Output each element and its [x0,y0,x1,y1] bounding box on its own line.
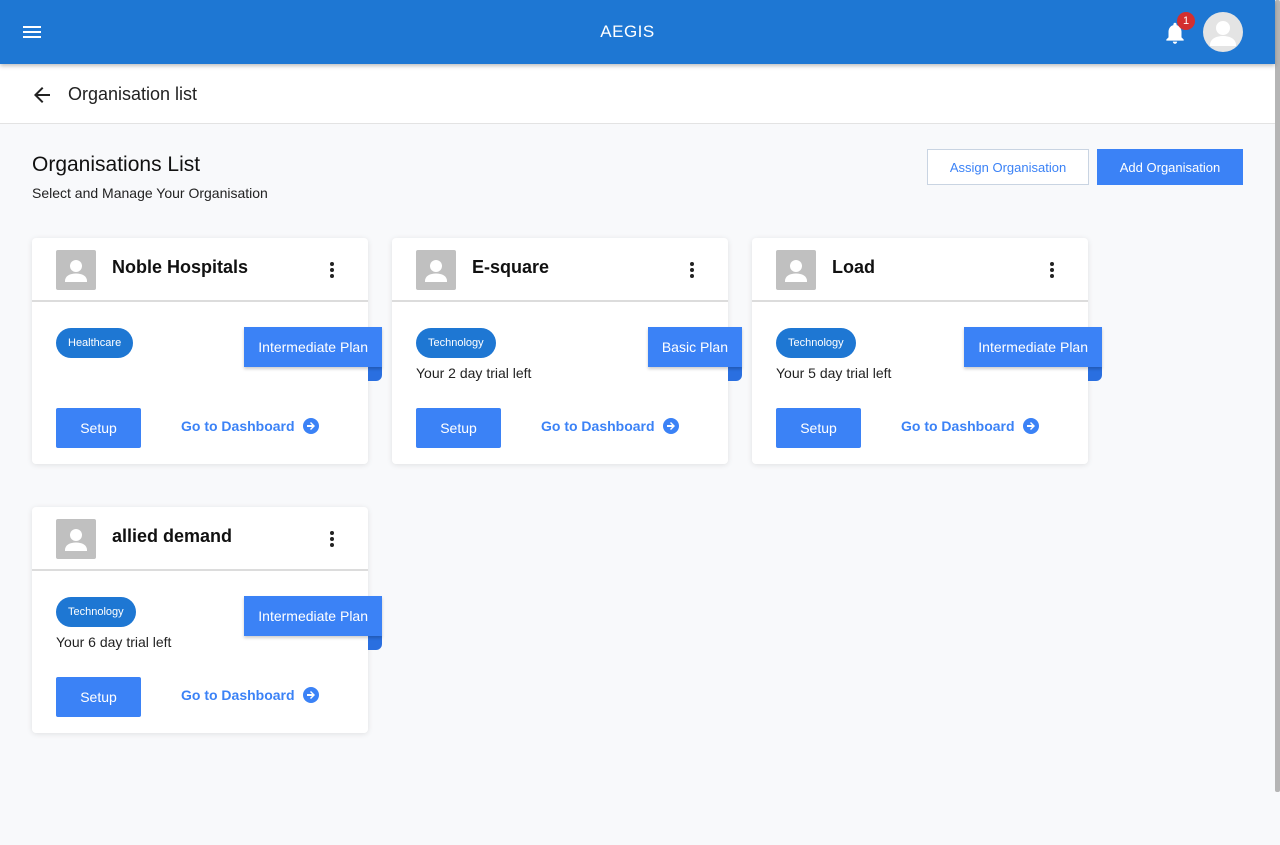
org-avatar-icon [56,519,96,559]
notification-badge: 1 [1177,12,1195,30]
org-name: Noble Hospitals [112,257,249,277]
more-vert-icon[interactable] [322,529,342,551]
more-vert-icon[interactable] [1042,260,1062,282]
add-organisation-button[interactable]: Add Organisation [1097,149,1243,185]
arrow-circle-right-icon [1022,418,1039,434]
go-to-dashboard-link[interactable]: Go to Dashboard [181,687,319,703]
plan-label: Intermediate Plan [244,596,382,636]
setup-button[interactable]: Setup [56,677,141,717]
top-app-bar: AEGIS 1 [0,0,1275,64]
plan-ribbon: Basic Plan [647,327,742,381]
trial-text: Your 5 day trial left [776,365,892,381]
plan-label: Intermediate Plan [964,327,1102,367]
card-header: E-square [392,238,728,302]
card-header: Noble Hospitals [32,238,368,302]
org-name: Load [832,257,875,277]
organisation-card: E-square Technology Your 2 day trial lef… [392,238,742,464]
go-to-dashboard-label: Go to Dashboard [181,418,295,434]
industry-chip: Technology [56,597,136,627]
industry-chip: Healthcare [56,328,134,358]
page-title: Organisations List [32,153,201,176]
go-to-dashboard-label: Go to Dashboard [901,418,1015,434]
plan-label: Intermediate Plan [244,327,382,367]
plan-ribbon: Intermediate Plan [958,327,1102,381]
page-scrollbar[interactable] [1275,0,1280,792]
app-title: AEGIS [600,22,655,41]
trial-text: Your 2 day trial left [416,365,532,381]
org-name: E-square [472,257,550,277]
go-to-dashboard-link[interactable]: Go to Dashboard [901,418,1039,434]
page-subtitle: Select and Manage Your Organisation [32,185,268,201]
arrow-circle-right-icon [302,687,319,703]
setup-button[interactable]: Setup [56,408,141,448]
industry-chip: Technology [416,328,496,358]
sub-header-title: Organisation list [68,84,198,104]
sub-header: Organisation list [0,64,1275,124]
trial-text: Your 6 day trial left [56,634,172,650]
go-to-dashboard-link[interactable]: Go to Dashboard [181,418,319,434]
plan-label: Basic Plan [647,327,742,367]
more-vert-icon[interactable] [682,260,702,282]
plan-ribbon: Intermediate Plan [238,596,382,650]
card-header: allied demand [32,507,368,571]
industry-chip: Technology [776,328,856,358]
go-to-dashboard-link[interactable]: Go to Dashboard [541,418,679,434]
organisation-card: Noble Hospitals Healthcare Intermediate … [32,238,382,464]
arrow-circle-right-icon [662,418,679,434]
go-to-dashboard-label: Go to Dashboard [181,687,295,703]
user-avatar-icon[interactable] [1203,12,1243,52]
org-avatar-icon [56,250,96,290]
card-header: Load [752,238,1088,302]
plan-ribbon: Intermediate Plan [238,327,382,381]
org-avatar-icon [776,250,816,290]
more-vert-icon[interactable] [322,260,342,282]
org-name: allied demand [112,526,233,546]
org-avatar-icon [416,250,456,290]
arrow-circle-right-icon [302,418,319,434]
organisation-card: allied demand Technology Your 6 day tria… [32,507,382,733]
organisation-card: Load Technology Your 5 day trial left In… [752,238,1102,464]
assign-organisation-button[interactable]: Assign Organisation [927,149,1089,185]
arrow-left-icon[interactable] [30,83,54,107]
setup-button[interactable]: Setup [776,408,861,448]
go-to-dashboard-label: Go to Dashboard [541,418,655,434]
setup-button[interactable]: Setup [416,408,501,448]
